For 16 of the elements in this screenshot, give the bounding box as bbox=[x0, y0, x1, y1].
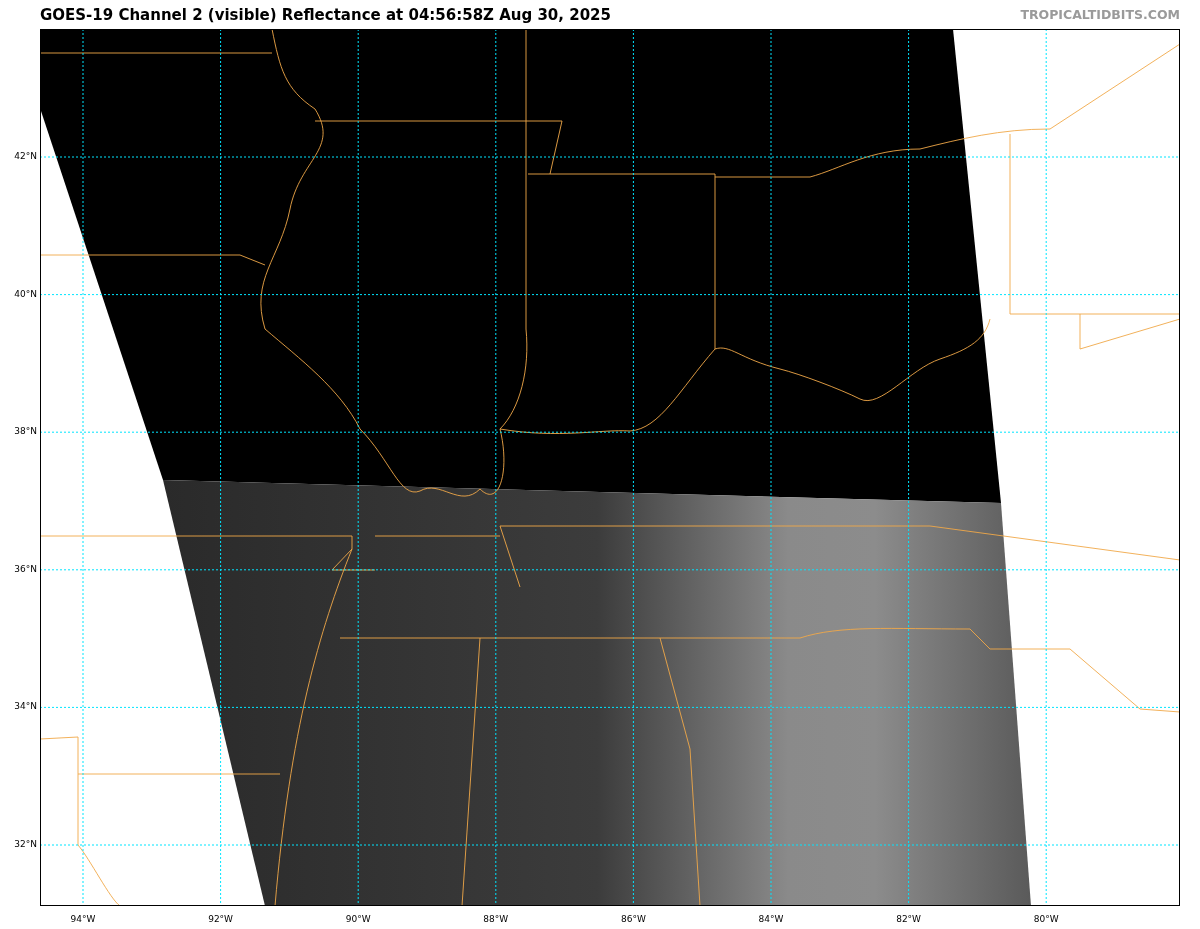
longitude-label: 86°W bbox=[619, 914, 647, 924]
longitude-label: 90°W bbox=[344, 914, 372, 924]
longitude-label: 80°W bbox=[1032, 914, 1060, 924]
longitude-label: 82°W bbox=[895, 914, 922, 924]
map-title: GOES-19 Channel 2 (visible) Reflectance at 04:56:58Z Aug 30, 2025 bbox=[40, 5, 611, 24]
longitude-label: 94°W bbox=[69, 914, 97, 924]
latitude-label: 34°N bbox=[14, 701, 37, 712]
longitude-label: 84°W bbox=[757, 914, 785, 924]
latitude-label: 36°N bbox=[14, 563, 37, 574]
latitude-label: 40°N bbox=[14, 288, 37, 299]
site-credit: TROPICALTIDBITS.COM bbox=[1020, 7, 1180, 22]
longitude-label: 92°W bbox=[207, 914, 234, 924]
longitude-label: 88°W bbox=[482, 914, 510, 924]
latitude-label: 42°N bbox=[14, 151, 37, 161]
latitude-label: 38°N bbox=[14, 426, 37, 437]
latitude-label: 32°N bbox=[14, 839, 37, 849]
